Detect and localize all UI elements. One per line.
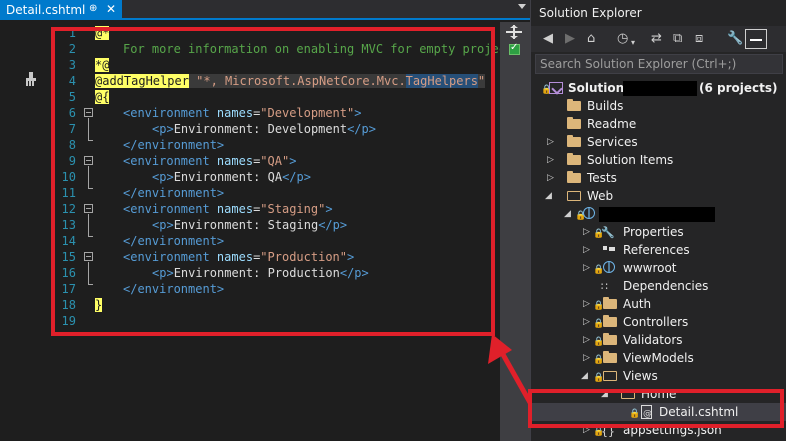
back-icon[interactable]: ◀: [543, 31, 553, 47]
properties-icon[interactable]: 🔧: [727, 31, 743, 47]
solution-explorer-toolbar: ◀ ▶ ⌂ ◷ ▾ ⇄ ⧉ ⧈ 🔧: [531, 26, 786, 52]
expand-arrow-icon[interactable]: ▷: [583, 241, 590, 259]
tree-item-label: ViewModels: [623, 351, 694, 365]
tree-item-web-project[interactable]: ◢ 🔒: [531, 205, 786, 223]
tree-item-label: References: [623, 243, 690, 257]
open-folder-icon: [567, 191, 581, 201]
tree-item-tests[interactable]: ▷ Tests: [531, 169, 786, 187]
solution-project-count: (6 projects): [699, 81, 778, 95]
expand-arrow-icon[interactable]: ▷: [547, 151, 554, 169]
chevron-down-icon[interactable]: ▾: [631, 35, 635, 51]
tree-item-dependencies[interactable]: ∷ Dependencies: [531, 277, 786, 295]
open-folder-icon: [603, 371, 617, 381]
expand-arrow-icon[interactable]: ▷: [583, 295, 590, 313]
history-icon[interactable]: ◷: [617, 31, 628, 47]
expand-arrow-icon[interactable]: ▷: [547, 169, 554, 187]
globe-icon: [603, 261, 615, 273]
sync-icon[interactable]: ⇄: [651, 31, 662, 47]
expand-arrow-icon[interactable]: ▷: [583, 349, 590, 367]
tree-item-label: Web: [587, 189, 614, 203]
tree-item-references[interactable]: ▷ References: [531, 241, 786, 259]
folder-icon: [567, 153, 581, 165]
folder-icon: [567, 171, 581, 183]
redacted-name: [599, 207, 715, 222]
expand-arrow-icon[interactable]: ▷: [547, 133, 554, 151]
collapse-arrow-icon[interactable]: ◢: [581, 367, 588, 385]
pin-icon[interactable]: ⊕: [89, 3, 97, 14]
editor-left-margin: [0, 22, 50, 441]
tree-item-controllers[interactable]: ▷ 🔒 Controllers: [531, 313, 786, 331]
search-input[interactable]: Search Solution Explorer (Ctrl+;): [535, 54, 783, 74]
expand-arrow-icon[interactable]: ▷: [583, 259, 590, 277]
references-icon: [603, 246, 615, 254]
collapse-arrow-icon[interactable]: ◢: [564, 205, 571, 223]
tree-item-properties[interactable]: ▷ 🔒 🔧 Properties: [531, 223, 786, 241]
tree-item-validators[interactable]: ▷ 🔒 Validators: [531, 331, 786, 349]
folder-icon: [603, 351, 617, 363]
editor-tab-bar: Detail.cshtml ⊕ ✕: [0, 0, 530, 20]
tree-item-label: wwwroot: [623, 261, 677, 275]
preview-selected-items-button[interactable]: [745, 29, 767, 49]
expand-arrow-icon[interactable]: ▷: [583, 313, 590, 331]
tree-item-label: Auth: [623, 297, 652, 311]
tree-item-viewmodels[interactable]: ▷ 🔒 ViewModels: [531, 349, 786, 367]
folder-icon: [603, 333, 617, 345]
tree-item-solution[interactable]: 🔒 Solution (6 projects): [531, 79, 786, 97]
folder-icon: [567, 99, 581, 111]
tree-item-label: Solution Items: [587, 153, 674, 167]
annotation-box-editor: [51, 27, 495, 336]
folder-icon: [603, 297, 617, 309]
expand-arrow-icon[interactable]: ▷: [583, 331, 590, 349]
tree-item-label: Dependencies: [623, 279, 709, 293]
tree-item-label: Properties: [623, 225, 684, 239]
brush-icon[interactable]: [24, 72, 38, 86]
tree-item-web[interactable]: ◢ Web: [531, 187, 786, 205]
tree-item-builds[interactable]: Builds: [531, 97, 786, 115]
tree-item-readme[interactable]: Readme: [531, 115, 786, 133]
folder-icon: [567, 117, 581, 129]
tab-label: Detail.cshtml: [6, 3, 86, 17]
tree-item-solution-items[interactable]: ▷ Solution Items: [531, 151, 786, 169]
home-icon[interactable]: ⌂: [587, 31, 595, 47]
dependencies-icon: ∷: [601, 280, 608, 293]
tree-item-auth[interactable]: ▷ 🔒 Auth: [531, 295, 786, 313]
tree-item-wwwroot[interactable]: ▷ 🔒 wwwroot: [531, 259, 786, 277]
web-project-icon: [583, 207, 595, 219]
tree-item-services[interactable]: ▷ Services: [531, 133, 786, 151]
close-icon[interactable]: ✕: [106, 2, 116, 16]
show-all-files-icon[interactable]: ⧈: [695, 31, 703, 47]
folder-icon: [567, 135, 581, 147]
collapse-all-icon[interactable]: ⧉: [673, 31, 682, 47]
tree-item-label: Builds: [587, 99, 624, 113]
tree-item-label: Validators: [623, 333, 683, 347]
panel-title: Solution Explorer: [539, 6, 642, 20]
expand-arrow-icon[interactable]: ▷: [583, 223, 590, 241]
tree-item-label: Controllers: [623, 315, 689, 329]
annotation-box-solution-explorer: [528, 389, 784, 428]
redacted-name: [623, 81, 697, 96]
tree-item-label: Views: [623, 369, 658, 383]
tab-detail-cshtml[interactable]: Detail.cshtml ⊕ ✕: [0, 0, 122, 20]
split-window-icon[interactable]: [506, 25, 522, 39]
solution-label: Solution: [568, 81, 625, 95]
forward-icon[interactable]: ▶: [565, 31, 575, 47]
solution-icon: [549, 82, 563, 94]
solution-explorer-panel: Solution Explorer ◀ ▶ ⌂ ◷ ▾ ⇄ ⧉ ⧈ 🔧 Sear…: [530, 0, 786, 441]
collapse-arrow-icon[interactable]: ◢: [545, 187, 552, 205]
chevron-down-icon[interactable]: [518, 4, 526, 9]
folder-icon: [603, 315, 617, 327]
no-issues-checkmark-icon[interactable]: [509, 42, 520, 55]
tree-item-views[interactable]: ◢ 🔒 Views: [531, 367, 786, 385]
tree-item-label: Tests: [587, 171, 617, 185]
tree-item-label: Readme: [587, 117, 637, 131]
tree-item-label: Services: [587, 135, 638, 149]
wrench-icon: 🔧: [601, 226, 615, 239]
